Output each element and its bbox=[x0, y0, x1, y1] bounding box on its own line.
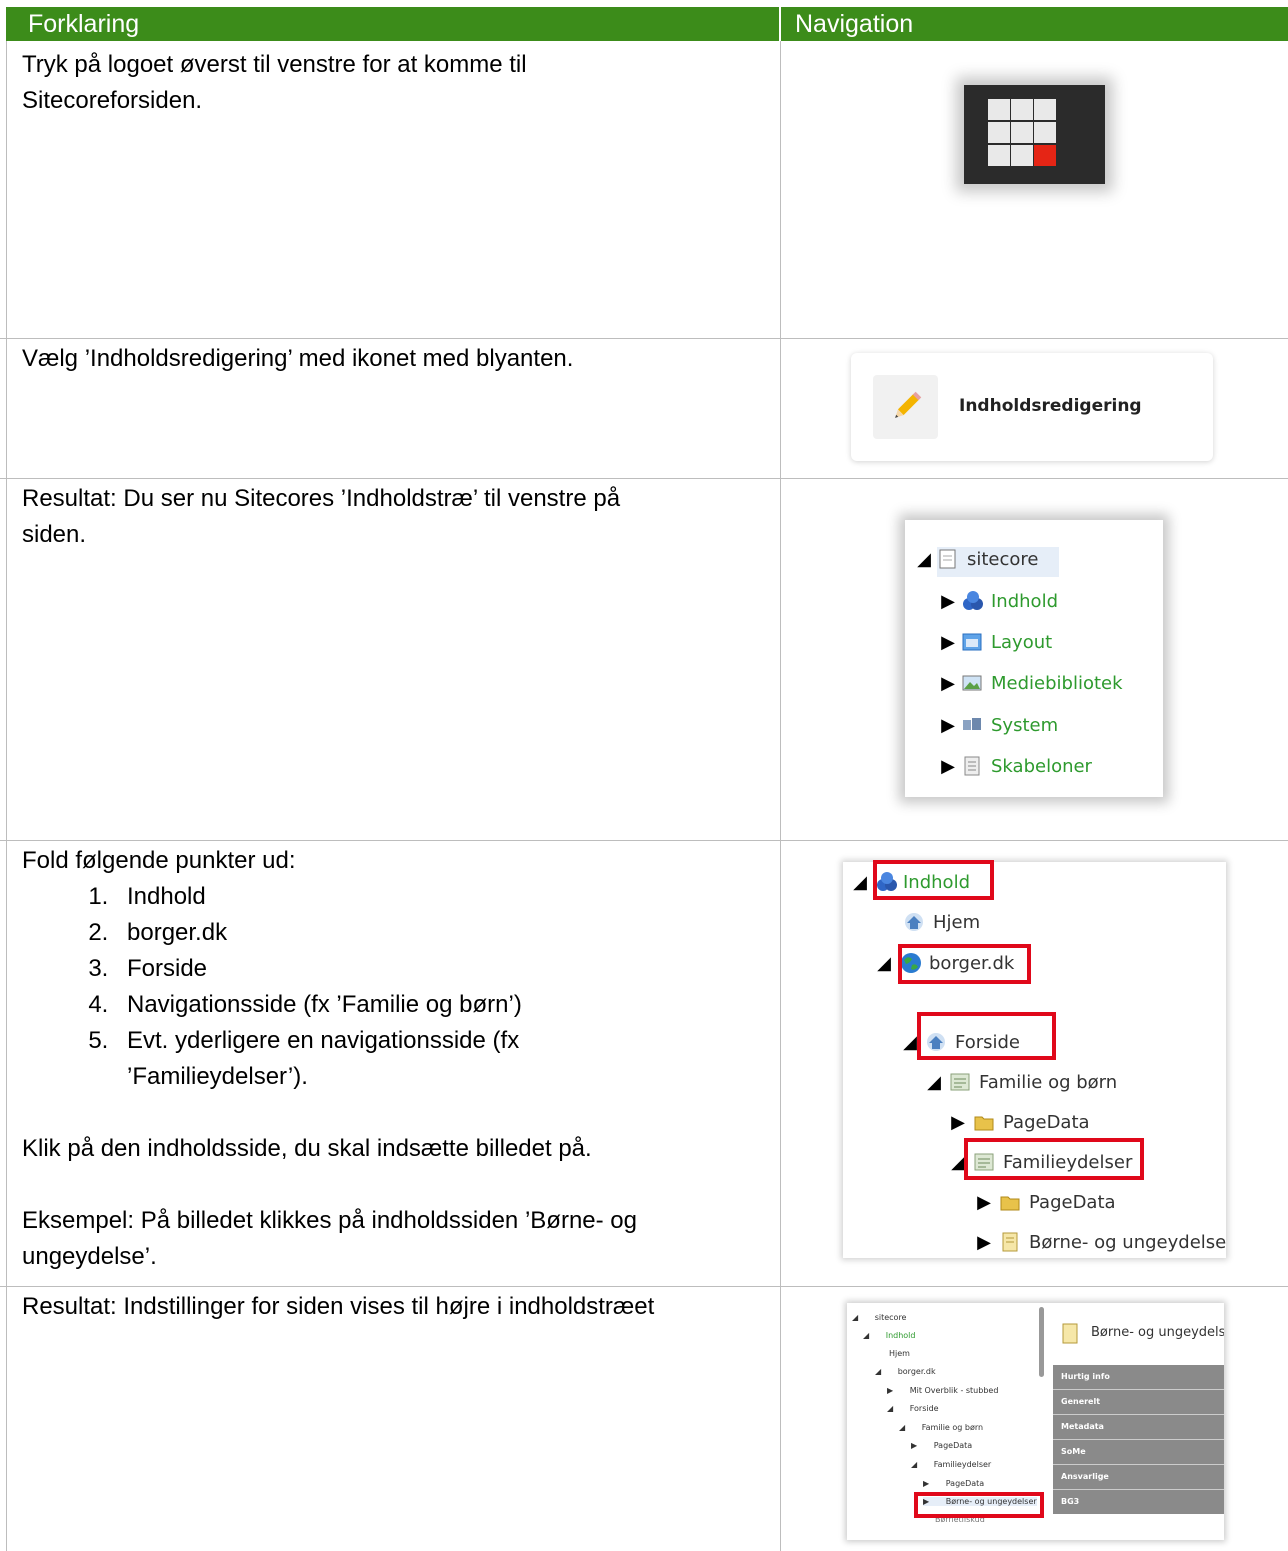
step-item: Navigationsside (fx ’Familie og børn’) bbox=[115, 987, 767, 1023]
row5-explanation: Resultat: Indstillinger for siden vises … bbox=[22, 1293, 655, 1320]
expanded-arrow-icon[interactable]: ◢ bbox=[877, 953, 891, 974]
tree-node-familie-og-born[interactable]: ◢ Familie og børn bbox=[927, 1071, 1117, 1093]
content-page-icon bbox=[1062, 1323, 1078, 1344]
row-divider bbox=[0, 478, 1288, 479]
section-header[interactable]: BG3 bbox=[1053, 1490, 1224, 1514]
row2-explanation: Vælg ’Indholdsredigering’ med ikonet med… bbox=[22, 345, 574, 372]
tree-node-familieydelser[interactable]: ◢ Familieydelser bbox=[911, 1460, 991, 1469]
sitecore-logo-screenshot bbox=[964, 85, 1105, 184]
expanded-arrow-icon[interactable]: ◢ bbox=[853, 872, 867, 893]
tree-node-hjem[interactable]: Hjem bbox=[903, 911, 980, 933]
tree-node-sitecore[interactable]: ◢ sitecore bbox=[917, 548, 1038, 570]
click-instruction: Klik på den indholdsside, du skal indsæt… bbox=[22, 1135, 592, 1162]
steps-list: Indhold borger.dk Forside Navigationssid… bbox=[22, 879, 767, 1095]
tree-node-layout[interactable]: ▶ Layout bbox=[941, 631, 1052, 653]
tree-node-indhold[interactable]: ◢ Indhold bbox=[863, 1331, 915, 1340]
section-header[interactable]: Generelt bbox=[1053, 1390, 1224, 1415]
tree-node-mediebibliotek[interactable]: ▶ Mediebibliotek bbox=[941, 672, 1122, 694]
row4-explanation: Fold følgende punkter ud: Indhold borger… bbox=[22, 843, 767, 1275]
navigation-page-icon bbox=[950, 1073, 970, 1091]
media-library-icon bbox=[962, 675, 982, 691]
instruction-table: Forklaring Navigation Tryk på logoet øve… bbox=[0, 0, 1288, 1551]
collapsed-arrow-icon[interactable]: ▶ bbox=[977, 1192, 991, 1213]
column-header-forklaring: Forklaring bbox=[6, 7, 779, 41]
expanded-arrow-icon[interactable]: ◢ bbox=[927, 1072, 941, 1093]
home-icon bbox=[905, 913, 923, 931]
tree-node-pagedata[interactable]: ▶ PageData bbox=[911, 1441, 972, 1450]
example-text: Eksempel: På billedet klikkes på indhold… bbox=[22, 1207, 637, 1270]
table-border-left bbox=[6, 41, 7, 1551]
content-tree-root-screenshot: ◢ sitecore ▶ Indhold ▶ Layout ▶ Mediebib… bbox=[905, 520, 1163, 797]
step-item: Evt. yderligere en navigationsside (fx’F… bbox=[115, 1023, 767, 1095]
indhold-icon bbox=[963, 591, 983, 610]
folder-icon bbox=[974, 1116, 994, 1131]
tree-node-system[interactable]: ▶ System bbox=[941, 714, 1058, 736]
tree-node-mit-overblik[interactable]: ▶ Mit Overblik - stubbed bbox=[887, 1386, 998, 1395]
highlight-box bbox=[914, 1492, 1044, 1518]
section-list: Hurtig info Generelt Metadata SoMe Ansva… bbox=[1053, 1365, 1224, 1514]
section-header[interactable]: Ansvarlige bbox=[1053, 1465, 1224, 1490]
step-item: borger.dk bbox=[115, 915, 767, 951]
tree-node-pagedata[interactable]: ▶ PageData bbox=[951, 1111, 1089, 1133]
highlight-box bbox=[898, 944, 1031, 984]
content-editor-label: Indholdsredigering bbox=[959, 396, 1142, 416]
section-header[interactable]: SoMe bbox=[1053, 1440, 1224, 1465]
row-divider bbox=[0, 840, 1288, 841]
item-editor-panel: Børne- og ungeydelse Hurtig info Generel… bbox=[1053, 1303, 1224, 1540]
sitecore-grid-logo-icon[interactable] bbox=[964, 85, 1105, 184]
content-editor-tile[interactable]: Indholdsredigering bbox=[851, 353, 1213, 461]
collapsed-arrow-icon[interactable]: ▶ bbox=[977, 1232, 991, 1253]
collapsed-arrow-icon[interactable]: ▶ bbox=[941, 591, 955, 612]
content-tree-expanded-screenshot: ◢ Indhold Hjem ◢ borger.dk ◢ Forside ◢ F… bbox=[843, 862, 1226, 1258]
highlight-box bbox=[964, 1138, 1144, 1180]
collapsed-arrow-icon[interactable]: ▶ bbox=[941, 715, 955, 736]
collapsed-arrow-icon[interactable]: ▶ bbox=[951, 1112, 965, 1133]
layout-icon bbox=[962, 633, 982, 651]
collapsed-arrow-icon[interactable]: ▶ bbox=[941, 756, 955, 777]
expanded-arrow-icon[interactable]: ◢ bbox=[903, 1032, 917, 1053]
section-header[interactable]: Metadata bbox=[1053, 1415, 1224, 1440]
tree-node-pagedata[interactable]: ▶ PageData bbox=[923, 1479, 984, 1488]
templates-icon bbox=[964, 756, 980, 776]
row-divider bbox=[0, 1286, 1288, 1287]
content-page-icon bbox=[1002, 1232, 1018, 1252]
document-icon bbox=[939, 549, 956, 569]
tree-node-pagedata[interactable]: ▶ PageData bbox=[977, 1191, 1115, 1213]
tree-node-familie-og-born[interactable]: ◢ Familie og børn bbox=[899, 1423, 983, 1432]
highlight-box bbox=[873, 860, 994, 900]
row1-explanation: Tryk på logoet øverst til venstre for at… bbox=[22, 51, 527, 114]
expanded-arrow-icon[interactable]: ◢ bbox=[917, 549, 931, 570]
item-title: Børne- og ungeydelse bbox=[1091, 1325, 1224, 1340]
scrollbar[interactable] bbox=[1039, 1307, 1044, 1377]
folder-icon bbox=[1000, 1196, 1020, 1211]
pencil-icon bbox=[895, 391, 922, 418]
section-header[interactable]: Hurtig info bbox=[1053, 1365, 1224, 1390]
tree-node-hjem[interactable]: Hjem bbox=[889, 1349, 910, 1358]
tree-node-sitecore[interactable]: ◢ sitecore bbox=[852, 1313, 906, 1322]
tree-node-borger-dk[interactable]: ◢ borger.dk bbox=[875, 1367, 936, 1376]
tree-node-forside[interactable]: ◢ Forside bbox=[887, 1404, 939, 1413]
collapsed-arrow-icon[interactable]: ▶ bbox=[941, 632, 955, 653]
collapsed-arrow-icon[interactable]: ▶ bbox=[941, 673, 955, 694]
pencil-icon-box bbox=[873, 375, 938, 439]
row3-explanation: Resultat: Du ser nu Sitecores ’Indholdst… bbox=[22, 485, 621, 548]
tree-node-borne-og-ungeydelse[interactable]: ▶ Børne- og ungeydelse bbox=[977, 1231, 1226, 1253]
tree-node-indhold[interactable]: ▶ Indhold bbox=[941, 590, 1058, 612]
step-item: Forside bbox=[115, 951, 767, 987]
highlight-box bbox=[917, 1012, 1056, 1060]
tree-node-skabeloner[interactable]: ▶ Skabeloner bbox=[941, 755, 1092, 777]
row-divider bbox=[0, 338, 1288, 339]
expanded-arrow-icon[interactable]: ◢ bbox=[951, 1152, 965, 1173]
system-icon bbox=[963, 718, 981, 730]
step-item: Indhold bbox=[115, 879, 767, 915]
column-header-navigation: Navigation bbox=[781, 7, 1288, 41]
